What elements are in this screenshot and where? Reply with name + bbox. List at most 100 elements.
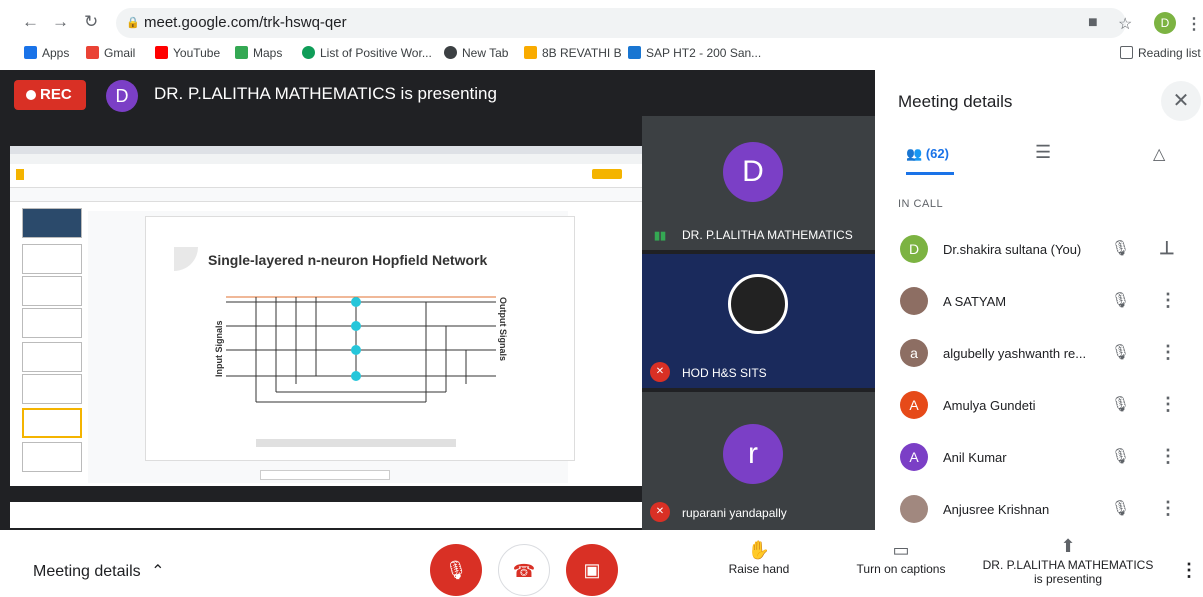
bookmark-apps[interactable]: Apps [24,46,69,60]
more-options-icon[interactable]: ⋮ [1159,498,1177,519]
more-options-icon[interactable]: ⋮ [1159,394,1177,415]
bookmark-newtab[interactable]: New Tab [444,46,508,60]
record-dot-icon [26,90,36,100]
participant-tiles: D ▮▮ DR. P.LALITHA MATHEMATICS ✕ HOD H&S… [642,116,875,530]
mic-off-icon: 🎙 [1111,344,1131,361]
url-text: meet.google.com/trk-hswq-qer [144,14,347,31]
participant-row[interactable]: A Amulya Gundeti 🎙 ⋮ [875,380,1203,432]
sharing-notice [260,470,390,480]
activities-icon[interactable]: △ [1153,144,1165,164]
mic-off-icon: 🎙 [444,560,468,580]
bookmark-gmail[interactable]: Gmail [86,46,135,60]
nav-row: ← → ↻ 🔒 meet.google.com/trk-hswq-qer ■ ☆… [0,8,1203,38]
chat-icon[interactable]: ☰ [1035,142,1051,163]
shared-screen: Single-layered n-neuron Hopfield Network [10,146,642,528]
captions-icon: ▭ [892,540,910,560]
participant-avatar [900,287,928,315]
captions-button[interactable]: ▭ Turn on captions [848,540,954,576]
mic-off-icon: 🎙 [1111,396,1131,413]
hand-icon: ✋ [747,540,771,560]
speaking-icon: ▮▮ [654,230,667,242]
tab-people[interactable]: 👥 (62) [906,146,949,162]
shared-menubar [10,164,642,188]
slide-title: Single-layered n-neuron Hopfield Network [208,252,488,268]
slides-icon [16,169,24,180]
tile-name: HOD H&S SITS [682,366,767,380]
participant-row[interactable]: D Dr.shakira sultana (You) 🎙 ⊥ [875,224,1203,276]
mic-off-icon: 🎙 [1111,240,1131,257]
camera-icon[interactable]: ■ [1088,14,1098,32]
more-options-icon[interactable]: ⋮ [1180,560,1198,581]
panel-tabs: 👥 (62) ☰ △ [875,140,1203,180]
hopfield-diagram [226,296,496,403]
camera-off-icon: ▣ [583,560,601,580]
lock-icon: 🔒 [126,17,140,29]
hangup-icon: ☎ [512,561,536,581]
camera-toggle-button[interactable]: ▣ [566,544,618,596]
reload-icon[interactable]: ↻ [84,12,98,32]
presenting-button[interactable]: ⬆ DR. P.LALITHA MATHEMATICS is presentin… [978,536,1158,586]
participant-row[interactable]: Anjusree Krishnan 🎙 ⋮ [875,484,1203,536]
panel-title: Meeting details [898,92,1013,111]
people-icon: 👥 [906,146,923,161]
participant-name: Dr.shakira sultana (You) [943,242,1082,257]
mic-toggle-button[interactable]: 🎙 [430,544,482,596]
bookmarks-bar: Apps Gmail YouTube Maps List of Positive… [0,43,1203,65]
participant-name: Anjusree Krishnan [943,502,1050,517]
participant-name: Anil Kumar [943,450,1007,465]
shared-tabbar [10,146,642,154]
presenter-avatar: D [106,80,138,112]
recording-badge: REC [14,80,86,110]
profile-avatar[interactable]: D [1154,12,1176,34]
menu-icon[interactable]: ⋮ [1186,14,1202,34]
participant-name: algubelly yashwanth re... [943,346,1087,361]
tile-hod: ✕ HOD H&S SITS [642,254,875,388]
bookmark-sap[interactable]: SAP HT2 - 200 San... [628,46,761,60]
pin-icon[interactable]: ⊥ [1159,238,1175,259]
mic-off-icon: ✕ [650,362,670,382]
reading-list[interactable]: Reading list [1120,46,1201,60]
youtube-icon [155,46,168,59]
meeting-details-toggle[interactable]: Meeting details ⌃ [33,561,164,581]
leave-call-button[interactable]: ☎ [498,544,550,596]
share-button [592,169,622,179]
mic-off-icon: ✕ [650,502,670,522]
present-icon: ⬆ [1060,536,1076,556]
meeting-stage: REC D DR. P.LALITHA MATHEMATICS is prese… [0,70,875,530]
participant-name: Amulya Gundeti [943,398,1036,413]
bookmark-revathi[interactable]: 8B REVATHI B [524,46,622,60]
presenter-text: DR. P.LALITHA MATHEMATICS is presenting [154,84,497,103]
obs-logo [728,274,788,334]
close-icon[interactable]: ✕ [1161,81,1201,121]
gmail-icon [86,46,99,59]
bookmark-positive[interactable]: List of Positive Wor... [302,46,432,60]
bookmark-maps[interactable]: Maps [235,46,282,60]
mic-off-icon: 🎙 [1111,292,1131,309]
participant-avatar [900,495,928,523]
apps-icon [24,46,37,59]
participant-row[interactable]: A SATYAM 🎙 ⋮ [875,276,1203,328]
windows-taskbar [10,486,642,502]
back-icon[interactable]: ← [22,12,39,32]
output-signals-label: Output Signals [498,297,508,361]
forward-icon[interactable]: → [52,12,69,32]
address-bar[interactable]: 🔒 meet.google.com/trk-hswq-qer [116,8,1126,38]
participant-row[interactable]: A Anil Kumar 🎙 ⋮ [875,432,1203,484]
bookmark-youtube[interactable]: YouTube [155,46,220,60]
participant-avatar: A [900,391,928,419]
raise-hand-button[interactable]: ✋ Raise hand [722,540,796,576]
star-icon[interactable]: ☆ [1118,14,1132,34]
tile-name: DR. P.LALITHA MATHEMATICS [682,228,853,242]
chevron-up-icon: ⌃ [151,563,165,580]
equation [256,439,456,447]
participant-row[interactable]: a algubelly yashwanth re... 🎙 ⋮ [875,328,1203,380]
shared-urlbar [10,154,642,164]
current-slide: Single-layered n-neuron Hopfield Network [145,216,575,461]
more-options-icon[interactable]: ⋮ [1159,342,1177,363]
more-options-icon[interactable]: ⋮ [1159,290,1177,311]
meeting-details-panel: Meeting details ✕ 👥 (62) ☰ △ IN CALL D D… [875,70,1203,530]
input-signals-label: Input Signals [214,320,224,377]
more-options-icon[interactable]: ⋮ [1159,446,1177,467]
in-call-heading: IN CALL [898,198,944,210]
tile-presenter: D ▮▮ DR. P.LALITHA MATHEMATICS [642,116,875,250]
